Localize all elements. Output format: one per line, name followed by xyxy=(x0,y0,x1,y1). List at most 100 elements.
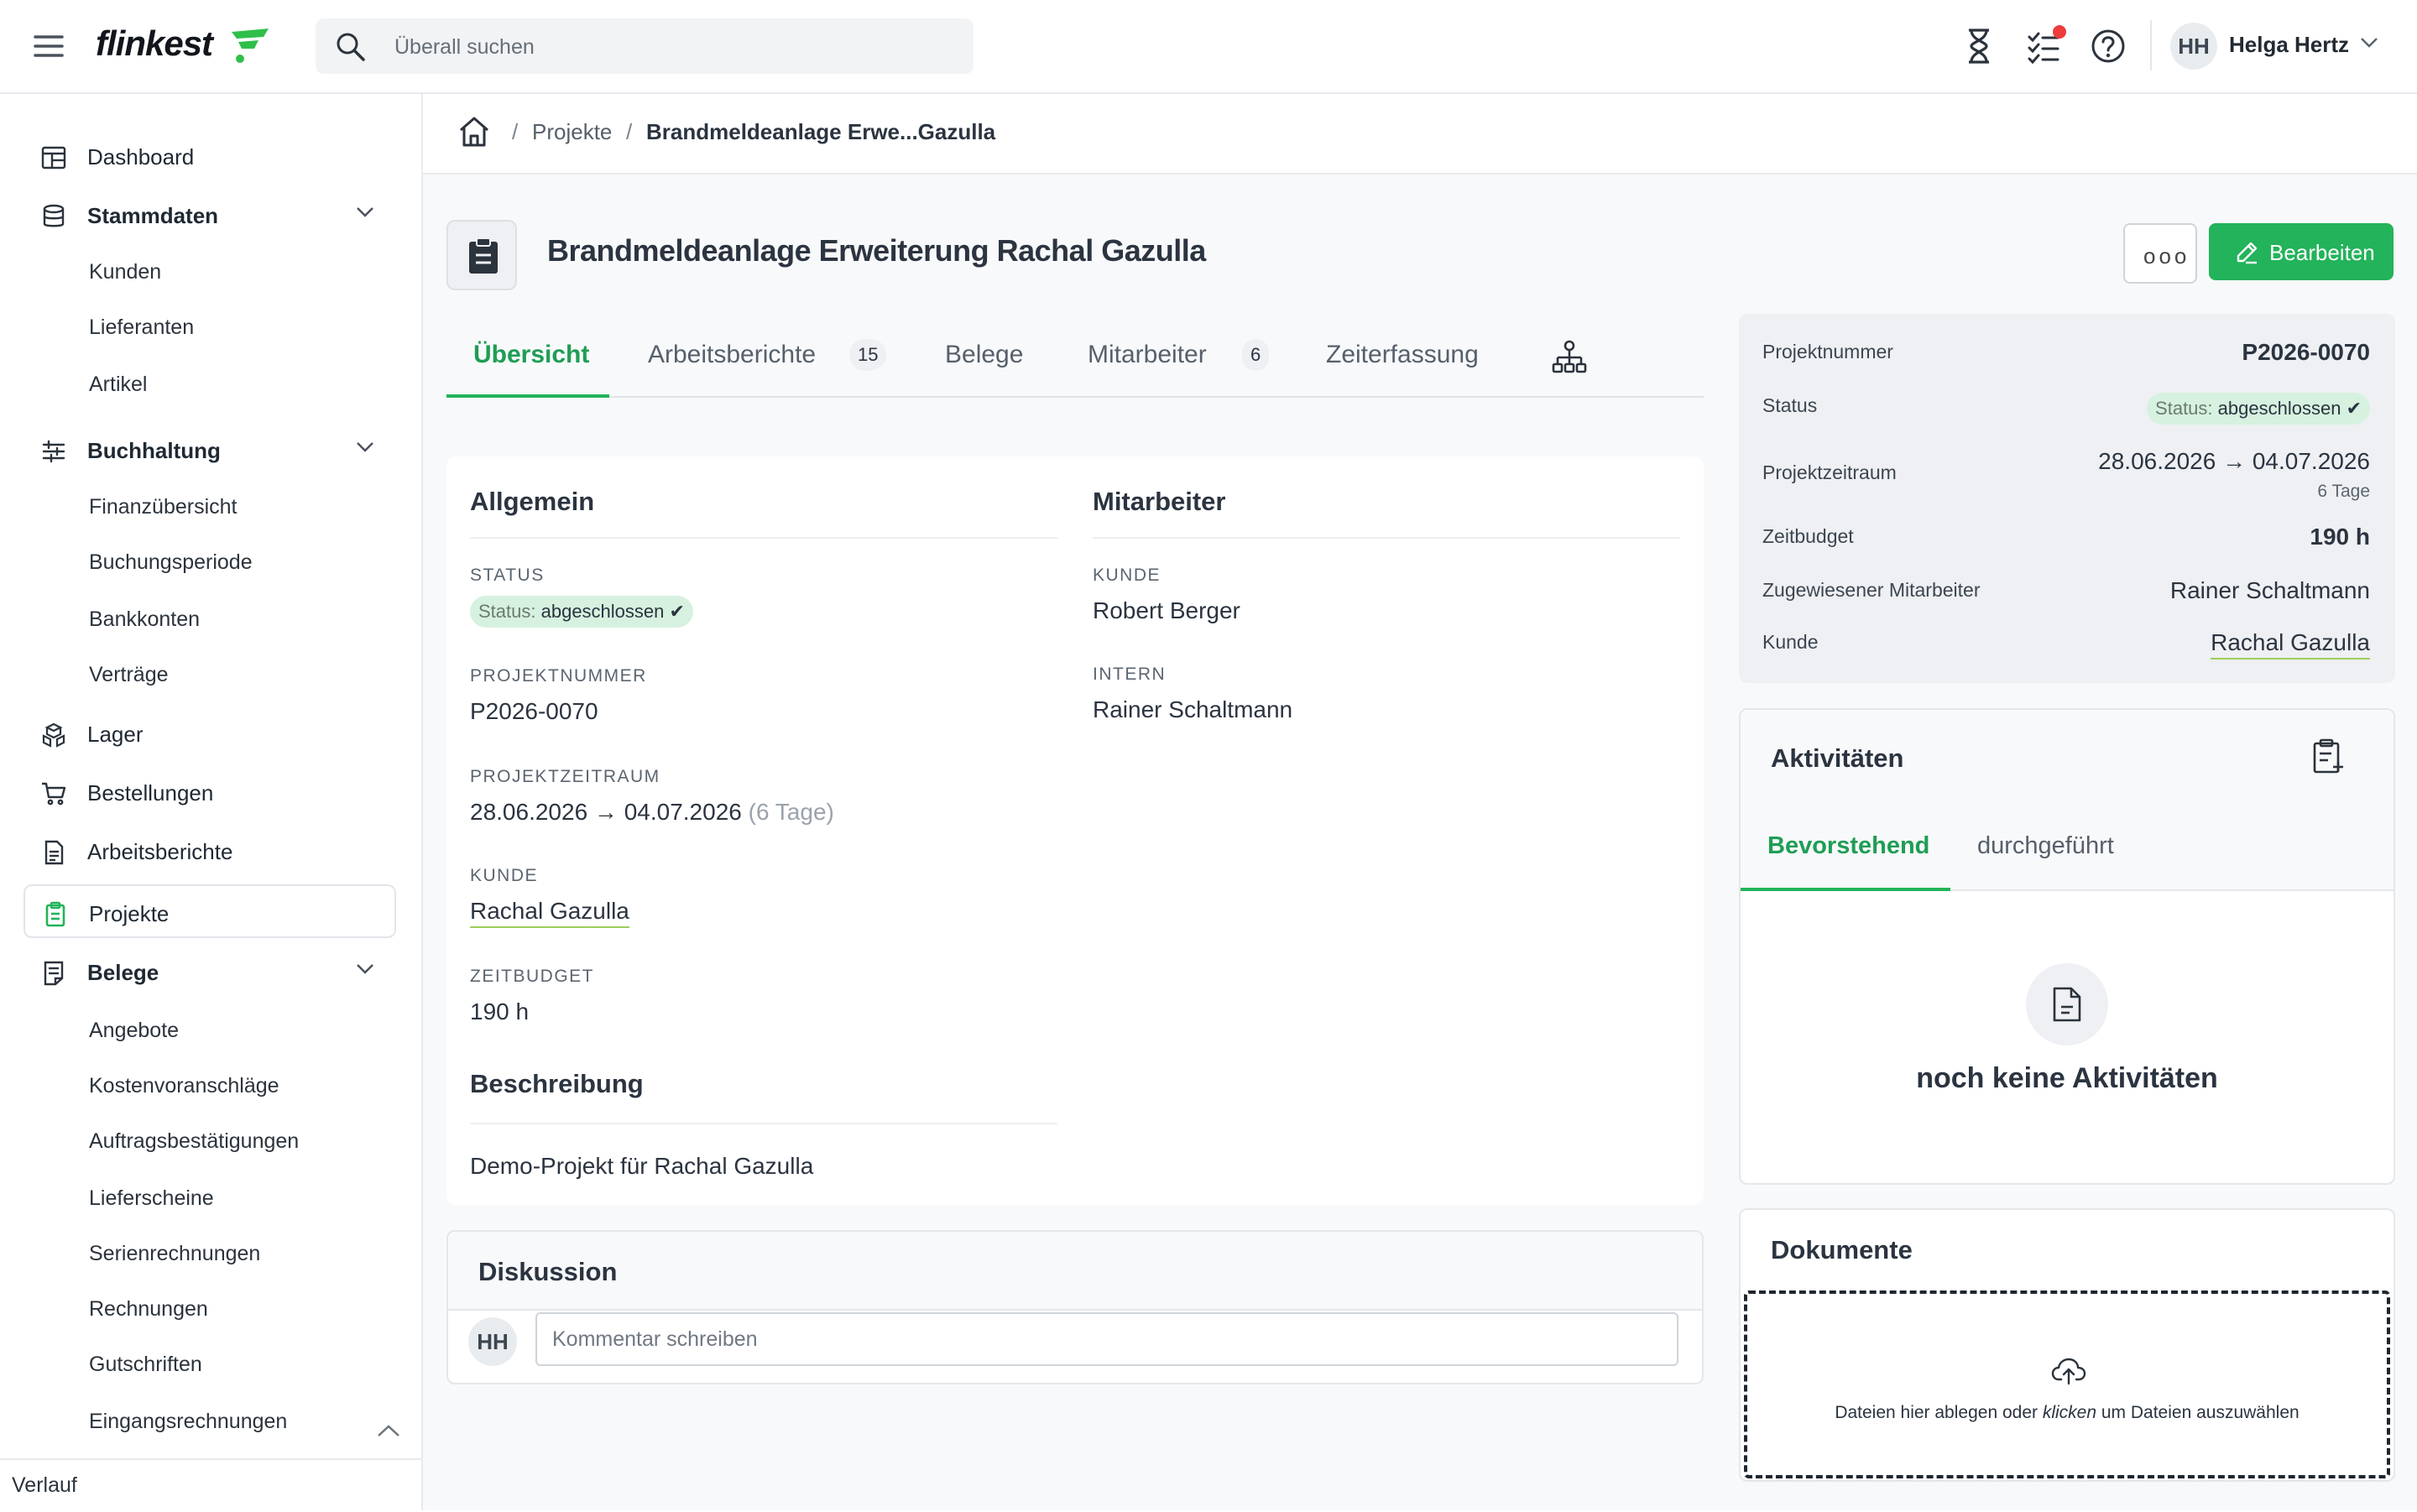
summary-label: Zugewiesener Mitarbeiter xyxy=(1762,579,1981,601)
help-icon[interactable] xyxy=(2088,25,2128,67)
sidebar-item-lager[interactable]: Lager xyxy=(23,706,396,760)
project-icon-box xyxy=(446,220,517,290)
sidebar-item-projekte[interactable]: Projekte xyxy=(23,884,396,938)
sidebar-item-gutschriften[interactable]: Gutschriften xyxy=(89,1353,202,1377)
sidebar-item-eingangsrechnungen[interactable]: Eingangsrechnungen xyxy=(89,1410,287,1434)
history-panel[interactable]: Verlauf xyxy=(0,1458,421,1512)
avatar[interactable]: HH xyxy=(2170,23,2217,70)
sidebar-item-label: Projekte xyxy=(89,901,170,926)
period-days: (6 Tage) xyxy=(748,799,834,825)
sidebar-item-stammdaten[interactable]: Stammdaten xyxy=(23,188,396,242)
sidebar-item-label: Dashboard xyxy=(87,144,195,169)
sidebar-item-auftragsbestaetigungen[interactable]: Auftragsbestätigungen xyxy=(89,1129,299,1154)
tab-label: Bevorstehend xyxy=(1767,832,1930,859)
tab-durchgefuehrt[interactable]: durchgeführt xyxy=(1977,800,2145,889)
comment-input[interactable] xyxy=(535,1312,1678,1366)
notification-dot xyxy=(2053,25,2066,39)
breadcrumb-projekte[interactable]: Projekte xyxy=(532,119,612,145)
tab-label: Mitarbeiter xyxy=(1088,341,1207,368)
dropzone-text-part: Dateien hier ablegen oder xyxy=(1835,1403,2043,1422)
breadcrumb-separator: / xyxy=(512,119,519,144)
empty-state-icon xyxy=(2026,963,2108,1045)
sidebar-item-label: Stammdaten xyxy=(87,203,219,228)
org-chart-icon xyxy=(1552,340,1587,373)
search-icon xyxy=(334,30,368,64)
sidebar-item-finanzuebersicht[interactable]: Finanzübersicht xyxy=(89,495,237,519)
sidebar-item-bestellungen[interactable]: Bestellungen xyxy=(23,765,396,819)
customer-link[interactable]: Rachal Gazulla xyxy=(470,898,629,928)
sidebar-item-bankkonten[interactable]: Bankkonten xyxy=(89,607,200,632)
home-icon[interactable] xyxy=(457,114,492,149)
file-dropzone[interactable]: Dateien hier ablegen oder klicken um Dat… xyxy=(1744,1290,2390,1478)
tab-arbeitsberichte[interactable]: Arbeitsberichte 15 xyxy=(648,315,925,396)
global-search[interactable] xyxy=(316,18,974,76)
divider xyxy=(470,537,1057,539)
status-value: abgeschlossen xyxy=(2217,398,2341,419)
activities-card: Aktivitäten Bevorstehend durchgeführt no… xyxy=(1739,708,2395,1185)
edit-label: Bearbeiten xyxy=(2269,240,2375,265)
tab-uebersicht[interactable]: Übersicht xyxy=(446,315,609,398)
sidebar-item-vertraege[interactable]: Verträge xyxy=(89,663,169,687)
section-title-allgemein: Allgemein xyxy=(470,487,595,516)
activities-tabs: Bevorstehend durchgeführt xyxy=(1741,800,2394,891)
dashboard-icon xyxy=(40,144,67,171)
sidebar-item-kunden[interactable]: Kunden xyxy=(89,260,161,284)
sidebar-item-lieferanten[interactable]: Lieferanten xyxy=(89,315,194,340)
chevron-down-icon[interactable] xyxy=(356,441,374,453)
clipboard-icon xyxy=(42,901,69,928)
discussion-card: Diskussion HH xyxy=(446,1230,1704,1384)
sidebar-item-arbeitsberichte[interactable]: Arbeitsberichte xyxy=(23,824,396,878)
summary-customer-link[interactable]: Rachal Gazulla xyxy=(2211,629,2370,660)
sidebar-item-buchungsperiode[interactable]: Buchungsperiode xyxy=(89,550,253,575)
empty-state-text: noch keine Aktivitäten xyxy=(1916,1062,2218,1094)
dropzone-click-text: klicken xyxy=(2042,1403,2097,1422)
chevron-down-icon[interactable] xyxy=(356,963,374,975)
sidebar-item-rechnungen[interactable]: Rechnungen xyxy=(89,1297,208,1322)
app-logo[interactable]: flinkest xyxy=(96,23,213,64)
count-badge: 6 xyxy=(1242,339,1270,371)
menu-icon[interactable] xyxy=(32,32,65,60)
edit-button[interactable]: Bearbeiten xyxy=(2209,223,2394,280)
add-activity-icon[interactable] xyxy=(2311,738,2347,775)
tab-label: Übersicht xyxy=(473,341,590,368)
discussion-header: Diskussion xyxy=(448,1232,1702,1311)
time-budget: 190 h xyxy=(470,998,530,1025)
sidebar-item-angebote[interactable]: Angebote xyxy=(89,1019,179,1043)
sidebar-item-buchhaltung[interactable]: Buchhaltung xyxy=(23,423,396,477)
tab-label: Zeiterfassung xyxy=(1326,341,1479,368)
user-name[interactable]: Helga Hertz xyxy=(2229,32,2349,58)
summary-label: Projektzeitraum xyxy=(1762,461,1897,483)
tab-zeiterfassung[interactable]: Zeiterfassung xyxy=(1326,315,1502,396)
more-actions-button[interactable]: ooo xyxy=(2123,223,2197,284)
summary-period-days: 6 Tage xyxy=(2317,482,2370,501)
project-period: 28.06.2026 → 04.07.2026 (6 Tage) xyxy=(470,799,834,826)
tab-structure[interactable] xyxy=(1544,315,1595,396)
tab-label: Belege xyxy=(945,341,1024,368)
check-icon: ✔ xyxy=(669,601,685,622)
sidebar-item-artikel[interactable]: Artikel xyxy=(89,373,147,397)
chevron-down-icon[interactable] xyxy=(2360,37,2378,49)
hourglass-icon[interactable] xyxy=(1959,25,1999,67)
summary-period: 28.06.2026 → 04.07.2026 xyxy=(2098,448,2370,474)
chevron-up-icon[interactable] xyxy=(376,1423,401,1438)
field-label: PROJEKTZEITRAUM xyxy=(470,767,660,786)
status-value: abgeschlossen xyxy=(540,601,665,622)
sidebar-item-belege[interactable]: Belege xyxy=(23,945,396,998)
sidebar-item-dashboard[interactable]: Dashboard xyxy=(23,129,396,183)
field-label: KUNDE xyxy=(470,866,539,885)
sidebar-item-serienrechnungen[interactable]: Serienrechnungen xyxy=(89,1242,260,1266)
chevron-down-icon[interactable] xyxy=(356,206,374,218)
tab-belege[interactable]: Belege xyxy=(945,315,1037,396)
field-label: KUNDE xyxy=(1093,566,1162,585)
field-label: PROJEKTNUMMER xyxy=(470,666,647,686)
tab-mitarbeiter[interactable]: Mitarbeiter 6 xyxy=(1088,315,1297,396)
sidebar-item-kostenvoranschlaege[interactable]: Kostenvoranschläge xyxy=(89,1074,279,1098)
tab-bevorstehend[interactable]: Bevorstehend xyxy=(1741,800,1950,891)
sidebar-item-lieferscheine[interactable]: Lieferscheine xyxy=(89,1186,214,1211)
search-input[interactable] xyxy=(393,18,950,76)
discussion-title: Diskussion xyxy=(478,1257,618,1286)
clipboard-icon xyxy=(469,237,498,274)
summary-label: Projektnummer xyxy=(1762,341,1893,362)
description-text: Demo-Projekt für Rachal Gazulla xyxy=(470,1153,814,1179)
divider xyxy=(1093,537,1680,539)
